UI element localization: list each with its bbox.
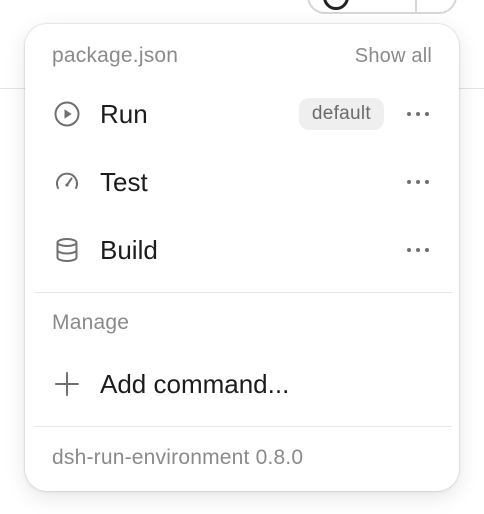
section-divider (35, 292, 452, 293)
show-all-link[interactable]: Show all (355, 45, 432, 68)
command-label: Test (100, 166, 148, 197)
command-label: Build (100, 234, 158, 265)
environment-version: dsh-run-environment 0.8.0 (52, 446, 304, 469)
run-commands-popover: package.json Show all Run default Test B… (25, 24, 459, 491)
command-row-build[interactable]: Build (52, 230, 432, 270)
play-circle-icon (52, 99, 82, 129)
command-row-test[interactable]: Test (52, 162, 432, 202)
plus-icon (52, 369, 82, 399)
background-icon (323, 0, 349, 10)
more-options-icon[interactable] (404, 99, 432, 129)
command-row-run[interactable]: Run default (52, 94, 432, 134)
popover-header: package.json Show all (52, 41, 432, 71)
app-background: package.json Show all Run default Test B… (0, 0, 484, 514)
background-toolbar-button (307, 0, 457, 14)
more-options-icon[interactable] (404, 167, 432, 197)
manage-section-label: Manage (52, 311, 130, 334)
database-icon (52, 235, 82, 265)
background-button-separator (415, 0, 417, 12)
package-file-title: package.json (52, 44, 179, 67)
command-label: Run (100, 98, 148, 129)
more-options-icon[interactable] (404, 235, 432, 265)
add-command-button[interactable]: Add command... (52, 364, 432, 404)
footer-divider (35, 426, 452, 427)
gauge-icon (52, 167, 82, 197)
default-badge: default (298, 98, 384, 130)
add-command-label: Add command... (100, 368, 290, 399)
